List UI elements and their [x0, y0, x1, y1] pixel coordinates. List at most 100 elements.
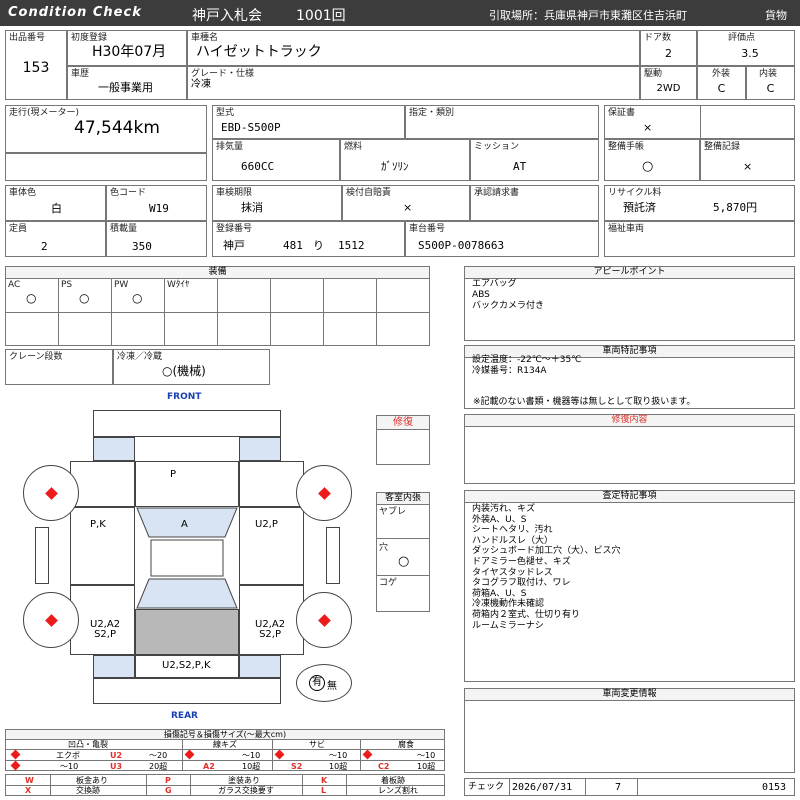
repair-detail-title: 修復内容 — [465, 415, 794, 427]
appeal-title: アピールポイント — [465, 267, 794, 279]
rear-left-wheel-marker — [45, 614, 58, 627]
grade: 冷凍 — [191, 79, 211, 90]
freezer-cell: 冷凍／冷蔵 ○(機械) — [113, 349, 270, 385]
exterior-cell: 外装 C — [697, 66, 746, 100]
mileage-cell: 走行(現メーター) 47,544km — [5, 105, 207, 153]
approval-label: 承認請求書 — [474, 188, 520, 198]
score-cell: 評価点 3.5 — [697, 30, 795, 66]
equipment-ps-label: PS — [61, 280, 73, 290]
car-name: ハイゼットトラック — [196, 44, 322, 60]
warranty: × — [643, 121, 653, 134]
legend-corrosion-large: 10超 — [417, 762, 436, 771]
interior-cell: 内装 C — [746, 66, 795, 100]
fuel-label: 燃料 — [344, 142, 363, 152]
approval-cell: 承認請求書 — [470, 185, 599, 221]
header-bar: Condition Check 神戸入札会 1001回 引取場所：兵庫県神戸市東… — [0, 0, 800, 26]
mileage: 47,544km — [74, 118, 160, 138]
welfare-label: 福祉車両 — [608, 224, 645, 234]
front-right-corner — [239, 437, 281, 461]
transmission-cell: ミッション AT — [470, 139, 599, 181]
drive: 2WD — [656, 83, 681, 94]
body-color: 白 — [51, 202, 62, 215]
legend-rust-marker — [274, 749, 285, 760]
score-label: 評価点 — [728, 33, 756, 43]
code-w-desc: 板金あり — [76, 776, 108, 785]
maintenance-manual-cell: 整備手帳 ○ — [604, 139, 700, 181]
displacement-label: 排気量 — [216, 142, 244, 152]
designation-label: 指定・類別 — [409, 108, 455, 118]
cabin-burn-label: コゲ — [379, 578, 398, 588]
legend-scratch-group: 線キズ — [213, 740, 237, 749]
maintenance-manual: ○ — [642, 159, 654, 174]
diagram-label-right-rear: U2,A2 S2,P — [255, 619, 286, 640]
recycle-cell: リサイクル料 預託済 5,870円 — [604, 185, 795, 221]
spare-present: 有 — [309, 675, 325, 691]
check-id: 0153 — [762, 782, 787, 793]
code-k-desc: 着板跡 — [381, 776, 405, 785]
warranty-label: 保証書 — [608, 108, 636, 118]
crane-cell: クレーン段数 — [5, 349, 113, 385]
repair-box: 修復 — [376, 415, 430, 465]
model-cell: 型式 EBD-S500P — [212, 105, 405, 139]
equipment-pw-label: PW — [114, 280, 129, 290]
freezer: ○(機械) — [162, 364, 206, 378]
equipment-ac-label: AC — [8, 280, 21, 290]
inspection-notes-title: 査定特記事項 — [465, 491, 794, 503]
maintenance-record-cell: 整備記録 × — [700, 139, 795, 181]
vehicle-notes-lines: 設定温度：-22℃～＋35℃ 冷媒番号：R134A — [472, 355, 582, 376]
registration-class: 481 — [283, 239, 303, 252]
code-g: G — [165, 786, 172, 795]
registration-kana: り — [313, 239, 324, 252]
rear-right-corner — [239, 655, 281, 678]
legend-title: 損傷記号＆損傷サイズ(～最大cm) — [6, 730, 444, 740]
legend-rust-s2: S2 — [291, 762, 303, 771]
transmission: AT — [513, 160, 527, 173]
damage-legend: 損傷記号＆損傷サイズ(～最大cm) 凹凸・亀裂 エクボ U2 ～20 ～10 U… — [5, 729, 445, 771]
cabin-panel: 客室内張 ヤブレ 穴 ○ コゲ — [376, 492, 430, 612]
maintenance-record: × — [743, 160, 753, 173]
recycle-status: 預託済 — [623, 201, 656, 214]
hood — [135, 461, 239, 507]
legend-dent-group: 凹凸・亀裂 — [68, 740, 108, 749]
model: EBD-S500P — [221, 121, 281, 134]
legend-scratch-marker — [184, 749, 195, 760]
header-title: Condition Check — [8, 5, 142, 20]
fuel: ｶﾞｿﾘﾝ — [381, 160, 409, 173]
check-label: チェック — [468, 782, 505, 792]
legend-dent-small-size: ～10 — [60, 762, 79, 771]
mileage-blank — [5, 153, 207, 181]
grade-cell: グレード・仕様 冷凍 — [187, 66, 640, 100]
first-registration: H30年07月 — [92, 44, 167, 60]
diagram-label-left-rear: U2,A2 S2,P — [90, 619, 121, 640]
legend-dent-u3-size: 20超 — [149, 762, 168, 771]
rear-right-wheel-marker — [318, 614, 331, 627]
code-l-desc: レンズ割れ — [378, 786, 418, 795]
body-color-cell: 車体色 白 — [5, 185, 106, 221]
exterior-label: 外装 — [712, 69, 731, 79]
diagram-label-hood: P — [170, 469, 177, 480]
diagram-label-right-door: U2,P — [255, 519, 278, 530]
code-l: L — [321, 786, 327, 795]
legend-dent-u2: U2 — [110, 751, 123, 760]
maintenance-manual-label: 整備手帳 — [608, 142, 645, 152]
chassis-number: S500P-0078663 — [418, 239, 505, 252]
front-left-fender — [70, 461, 135, 507]
first-registration-label: 初度登録 — [71, 33, 108, 43]
cargo-bed — [135, 609, 239, 655]
front-bumper — [93, 410, 281, 437]
recycle-amount: 5,870円 — [713, 201, 758, 214]
lot-number-label: 出品番号 — [9, 33, 46, 43]
score: 3.5 — [741, 47, 759, 60]
interior-label: 内装 — [759, 69, 778, 79]
load-cell: 積載量 350 — [106, 221, 207, 257]
color-code: W19 — [149, 202, 169, 215]
equipment-panel: 装備 AC ○ PS ○ PW ○ Wﾀｲﾔ — [5, 266, 430, 346]
history-cell: 車歴 一般事業用 — [67, 66, 187, 100]
tax-label: 検付自賠責 — [346, 188, 392, 198]
registration-cell: 登録番号 神戸 481 り 1512 — [212, 221, 405, 257]
chassis-label: 車台番号 — [409, 224, 446, 234]
inspection: 抹消 — [241, 201, 263, 214]
front-right-fender — [239, 461, 304, 507]
code-p-desc: 塗装あり — [228, 776, 260, 785]
rear-label: REAR — [171, 711, 198, 721]
